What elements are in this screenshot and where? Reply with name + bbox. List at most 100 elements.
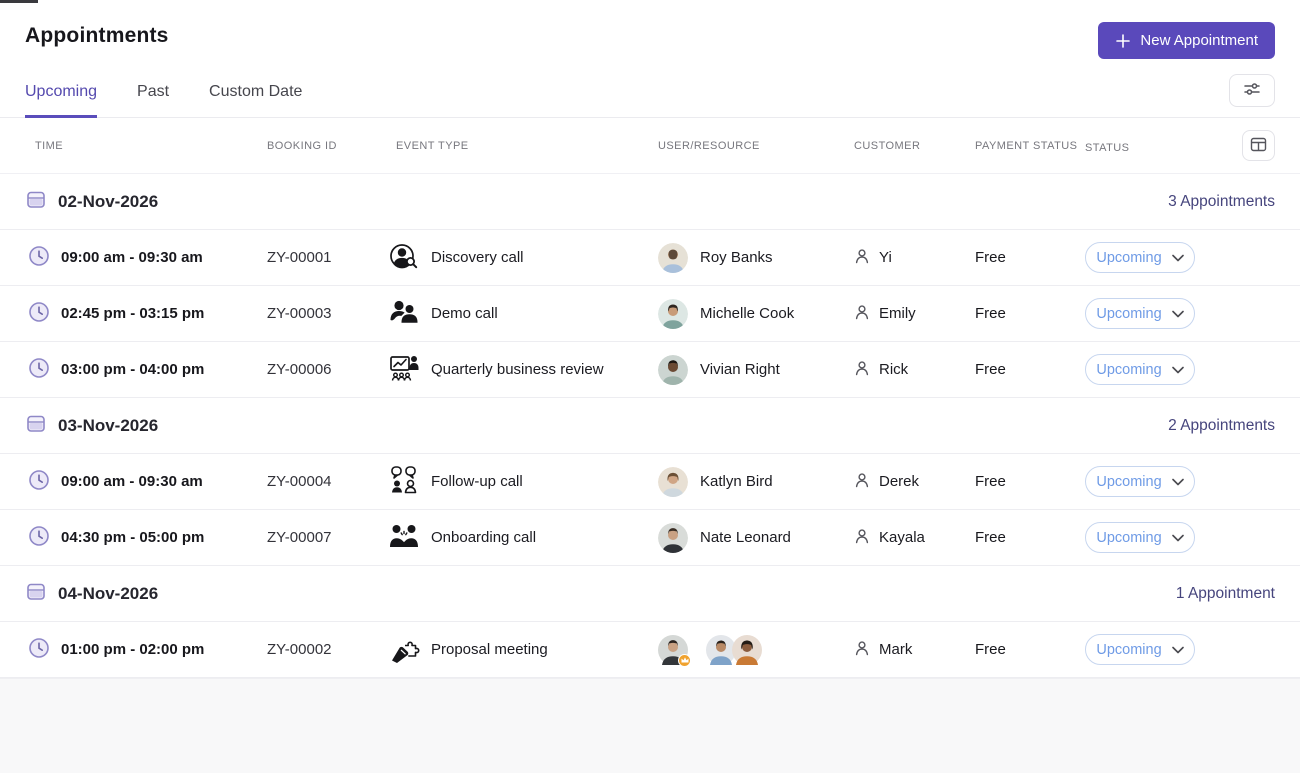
chevron-down-icon bbox=[1172, 474, 1184, 489]
date-group-header: 04-Nov-2026 1 Appointment bbox=[0, 566, 1300, 622]
status-value: Upcoming bbox=[1096, 362, 1161, 378]
clock-icon bbox=[28, 637, 50, 663]
filter-button[interactable] bbox=[1229, 74, 1275, 107]
avatar bbox=[732, 635, 762, 665]
payment-status: Free bbox=[975, 529, 1085, 546]
appointment-row[interactable]: 03:00 pm - 04:00 pm ZY-00006 Quarterly b… bbox=[0, 342, 1300, 398]
chevron-down-icon bbox=[1172, 642, 1184, 657]
proposal-meeting-icon bbox=[388, 632, 420, 668]
person-icon bbox=[854, 472, 870, 492]
appointment-row[interactable]: 09:00 am - 09:30 am ZY-00001 Discovery c… bbox=[0, 230, 1300, 286]
appointment-time: 09:00 am - 09:30 am bbox=[61, 249, 203, 266]
plus-icon bbox=[1115, 33, 1131, 49]
status-value: Upcoming bbox=[1096, 250, 1161, 266]
appointment-time: 09:00 am - 09:30 am bbox=[61, 473, 203, 490]
clock-icon bbox=[28, 357, 50, 383]
group-date-label: 04-Nov-2026 bbox=[58, 584, 158, 604]
column-header-event-type: EVENT TYPE bbox=[396, 140, 658, 152]
page-background bbox=[0, 678, 1300, 773]
booking-id: ZY-00001 bbox=[267, 249, 396, 266]
customer-name: Yi bbox=[879, 249, 892, 266]
user-name: Katlyn Bird bbox=[700, 473, 773, 490]
payment-status: Free bbox=[975, 305, 1085, 322]
appointment-time: 01:00 pm - 02:00 pm bbox=[61, 641, 204, 658]
column-manager-button[interactable] bbox=[1242, 130, 1275, 161]
clock-icon bbox=[28, 469, 50, 495]
tab-custom-date[interactable]: Custom Date bbox=[209, 73, 302, 118]
page-title: Appointments bbox=[25, 22, 169, 48]
status-dropdown[interactable]: Upcoming bbox=[1085, 466, 1195, 497]
customer-name: Emily bbox=[879, 305, 916, 322]
booking-id: ZY-00006 bbox=[267, 361, 396, 378]
appointment-time: 03:00 pm - 04:00 pm bbox=[61, 361, 204, 378]
chevron-down-icon bbox=[1172, 306, 1184, 321]
clock-icon bbox=[28, 245, 50, 271]
status-dropdown[interactable]: Upcoming bbox=[1085, 298, 1195, 329]
quarterly-business-review-icon bbox=[388, 352, 420, 388]
tab-past[interactable]: Past bbox=[137, 73, 169, 118]
appointment-time: 02:45 pm - 03:15 pm bbox=[61, 305, 204, 322]
top-bar: Appointments New Appointment bbox=[0, 0, 1300, 59]
column-header-customer: CUSTOMER bbox=[854, 140, 975, 152]
avatar bbox=[658, 467, 688, 497]
person-icon bbox=[854, 304, 870, 324]
clock-icon bbox=[28, 301, 50, 327]
avatar bbox=[658, 355, 688, 385]
person-icon bbox=[854, 248, 870, 268]
status-value: Upcoming bbox=[1096, 530, 1161, 546]
status-value: Upcoming bbox=[1096, 642, 1161, 658]
calendar-icon bbox=[25, 580, 47, 607]
date-group-header: 02-Nov-2026 3 Appointments bbox=[0, 174, 1300, 230]
chevron-down-icon bbox=[1172, 362, 1184, 377]
payment-status: Free bbox=[975, 361, 1085, 378]
payment-status: Free bbox=[975, 249, 1085, 266]
appointment-row[interactable]: 04:30 pm - 05:00 pm ZY-00007 Onboarding … bbox=[0, 510, 1300, 566]
user-name: Roy Banks bbox=[700, 249, 773, 266]
chevron-down-icon bbox=[1172, 250, 1184, 265]
group-date-label: 03-Nov-2026 bbox=[58, 416, 158, 436]
table-columns-icon bbox=[1250, 137, 1267, 155]
customer-name: Mark bbox=[879, 641, 912, 658]
column-header-status: STATUS bbox=[1085, 142, 1129, 154]
appointment-time: 04:30 pm - 05:00 pm bbox=[61, 529, 204, 546]
appointment-row[interactable]: 09:00 am - 09:30 am ZY-00004 Follow-up c… bbox=[0, 454, 1300, 510]
status-dropdown[interactable]: Upcoming bbox=[1085, 354, 1195, 385]
tab-upcoming[interactable]: Upcoming bbox=[25, 73, 97, 118]
new-appointment-label: New Appointment bbox=[1140, 32, 1258, 49]
host-crown-badge bbox=[678, 654, 691, 667]
date-group-header: 03-Nov-2026 2 Appointments bbox=[0, 398, 1300, 454]
appointment-row[interactable]: 02:45 pm - 03:15 pm ZY-00003 Demo call M… bbox=[0, 286, 1300, 342]
status-dropdown[interactable]: Upcoming bbox=[1085, 522, 1195, 553]
customer-name: Kayala bbox=[879, 529, 925, 546]
avatar bbox=[658, 299, 688, 329]
customer-name: Rick bbox=[879, 361, 908, 378]
booking-id: ZY-00002 bbox=[267, 641, 396, 658]
status-dropdown[interactable]: Upcoming bbox=[1085, 634, 1195, 665]
column-header-user-resource: USER/RESOURCE bbox=[658, 140, 854, 152]
avatar bbox=[658, 243, 688, 273]
sliders-icon bbox=[1242, 80, 1262, 101]
tabs-bar: Upcoming Past Custom Date bbox=[0, 73, 1300, 118]
event-type-label: Onboarding call bbox=[431, 529, 536, 546]
status-dropdown[interactable]: Upcoming bbox=[1085, 242, 1195, 273]
onboarding-call-icon bbox=[388, 520, 420, 556]
event-type-label: Demo call bbox=[431, 305, 498, 322]
calendar-icon bbox=[25, 188, 47, 215]
event-type-label: Discovery call bbox=[431, 249, 524, 266]
customer-name: Derek bbox=[879, 473, 919, 490]
appointment-row[interactable]: 01:00 pm - 02:00 pm ZY-00002 Proposal me… bbox=[0, 622, 1300, 678]
booking-id: ZY-00003 bbox=[267, 305, 396, 322]
new-appointment-button[interactable]: New Appointment bbox=[1098, 22, 1275, 59]
group-appointment-count: 1 Appointment bbox=[1176, 585, 1275, 603]
event-type-label: Proposal meeting bbox=[431, 641, 548, 658]
payment-status: Free bbox=[975, 473, 1085, 490]
follow-up-call-icon bbox=[388, 464, 420, 500]
person-icon bbox=[854, 360, 870, 380]
status-value: Upcoming bbox=[1096, 474, 1161, 490]
attendee-avatar-group bbox=[658, 635, 762, 665]
event-type-label: Follow-up call bbox=[431, 473, 523, 490]
booking-id: ZY-00004 bbox=[267, 473, 396, 490]
column-header-payment-status: PAYMENT STATUS bbox=[975, 140, 1085, 152]
column-header-booking-id: BOOKING ID bbox=[267, 140, 396, 152]
group-appointment-count: 2 Appointments bbox=[1168, 417, 1275, 435]
